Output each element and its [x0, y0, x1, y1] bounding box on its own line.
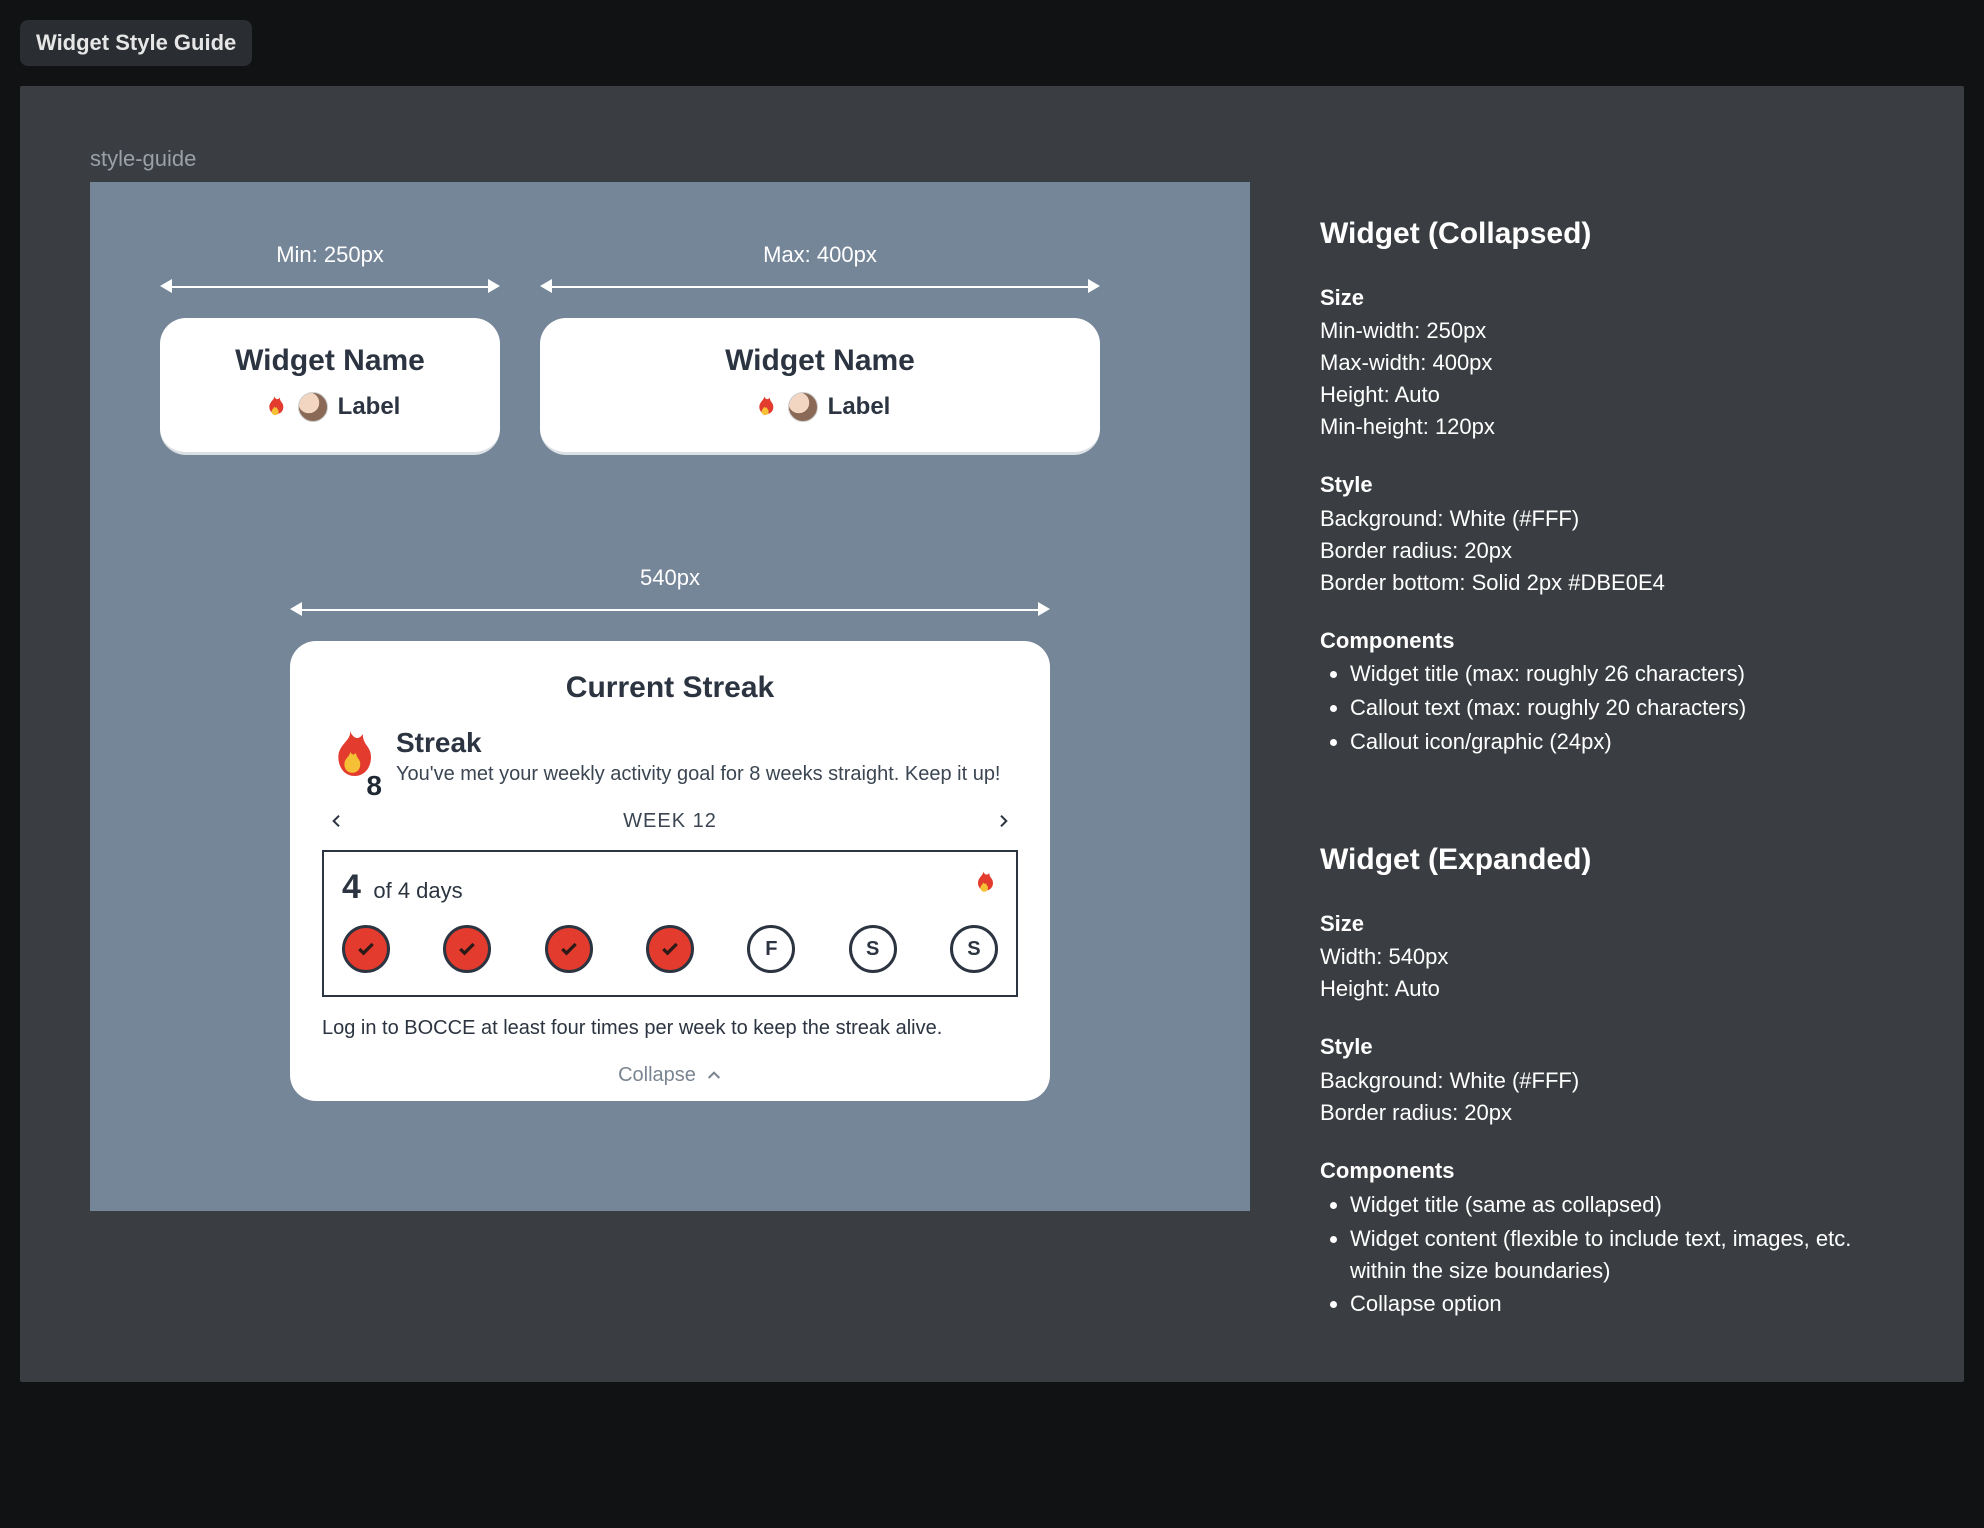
spec-line: Height: Auto	[1320, 379, 1894, 411]
spec-subheading: Components	[1320, 625, 1894, 657]
streak-number: 8	[366, 770, 382, 802]
widget-callout: Label	[180, 392, 480, 422]
streak-subtext: You've met your weekly activity goal for…	[396, 763, 1001, 786]
chevron-left-icon	[329, 813, 345, 829]
spec-line: Min-width: 250px	[1320, 315, 1894, 347]
chevron-up-icon	[706, 1068, 722, 1084]
day-completed	[545, 925, 593, 973]
avatar-icon	[298, 392, 328, 422]
streak-hint: Log in to BOCCE at least four times per …	[322, 1017, 1018, 1040]
dimension-expanded: 540px	[290, 565, 1050, 621]
day-completed	[646, 925, 694, 973]
spec-line: Min-height: 120px	[1320, 411, 1894, 443]
day-completed	[342, 925, 390, 973]
day-count: 4	[342, 868, 361, 906]
spec-line: Border radius: 20px	[1320, 1097, 1894, 1129]
day-of-label: of 4 days	[373, 878, 462, 903]
spec-line: Border bottom: Solid 2px #DBE0E4	[1320, 567, 1894, 599]
spec-heading: Widget (Expanded)	[1320, 838, 1894, 882]
next-week-button[interactable]	[988, 806, 1018, 836]
canvas-label: style-guide	[90, 146, 1894, 172]
collapse-button[interactable]: Collapse	[322, 1064, 1018, 1087]
spec-line: Border radius: 20px	[1320, 535, 1894, 567]
spec-bullet: Callout icon/graphic (24px)	[1350, 726, 1894, 758]
widget-title: Current Streak	[322, 671, 1018, 705]
spec-line: Background: White (#FFF)	[1320, 1065, 1894, 1097]
day-progress-box: 4 of 4 days F S S	[322, 850, 1018, 997]
widget-title: Widget Name	[560, 344, 1080, 378]
spec-heading: Widget (Collapsed)	[1320, 212, 1894, 256]
widget-collapsed-min[interactable]: Widget Name Label	[160, 318, 500, 455]
spec-bullet: Callout text (max: roughly 20 characters…	[1350, 692, 1894, 724]
dimension-expanded-label: 540px	[640, 565, 700, 590]
widget-collapsed-max[interactable]: Widget Name Label	[540, 318, 1100, 455]
spec-collapsed: Widget (Collapsed) Size Min-width: 250px…	[1320, 212, 1894, 758]
page-title: Widget Style Guide	[20, 20, 252, 66]
spec-subheading: Style	[1320, 1031, 1894, 1063]
dimension-min-label: Min: 250px	[276, 242, 384, 267]
day-pending: S	[849, 925, 897, 973]
dimension-max-label: Max: 400px	[763, 242, 877, 267]
streak-heading: Streak	[396, 727, 1001, 759]
spec-bullet: Collapse option	[1350, 1288, 1894, 1320]
callout-label: Label	[828, 393, 891, 421]
chevron-right-icon	[995, 813, 1011, 829]
spec-subheading: Size	[1320, 908, 1894, 940]
spec-subheading: Style	[1320, 469, 1894, 501]
dimension-max: Max: 400px	[540, 242, 1100, 298]
flame-icon	[968, 868, 998, 898]
day-pending: S	[950, 925, 998, 973]
spec-bullet: Widget title (max: roughly 26 characters…	[1350, 658, 1894, 690]
spec-line: Height: Auto	[1320, 973, 1894, 1005]
spec-bullet: Widget content (flexible to include text…	[1350, 1223, 1894, 1287]
spec-line: Max-width: 400px	[1320, 347, 1894, 379]
flame-icon	[260, 393, 288, 421]
spec-expanded: Widget (Expanded) Size Width: 540pxHeigh…	[1320, 838, 1894, 1320]
spec-subheading: Size	[1320, 282, 1894, 314]
flame-icon	[750, 393, 778, 421]
prev-week-button[interactable]	[322, 806, 352, 836]
spec-subheading: Components	[1320, 1155, 1894, 1187]
spec-line: Width: 540px	[1320, 941, 1894, 973]
spec-bullet: Widget title (same as collapsed)	[1350, 1189, 1894, 1221]
style-canvas: Min: 250px Max: 400px Widget Name Label	[90, 182, 1250, 1211]
week-label: WEEK 12	[623, 810, 717, 833]
spec-panel: Widget (Collapsed) Size Min-width: 250px…	[1320, 182, 1894, 1322]
outer-panel: style-guide Min: 250px Max: 400px Widget…	[20, 86, 1964, 1382]
day-pending: F	[747, 925, 795, 973]
day-completed	[443, 925, 491, 973]
dimension-min: Min: 250px	[160, 242, 500, 298]
collapse-label: Collapse	[618, 1064, 696, 1087]
spec-line: Background: White (#FFF)	[1320, 503, 1894, 535]
avatar-icon	[788, 392, 818, 422]
callout-label: Label	[338, 393, 401, 421]
widget-expanded: Current Streak 8 Streak You've met your …	[290, 641, 1050, 1101]
week-navigator: WEEK 12	[322, 806, 1018, 836]
flame-icon: 8	[322, 727, 378, 788]
widget-callout: Label	[560, 392, 1080, 422]
streak-header: 8 Streak You've met your weekly activity…	[322, 727, 1018, 788]
widget-title: Widget Name	[180, 344, 480, 378]
